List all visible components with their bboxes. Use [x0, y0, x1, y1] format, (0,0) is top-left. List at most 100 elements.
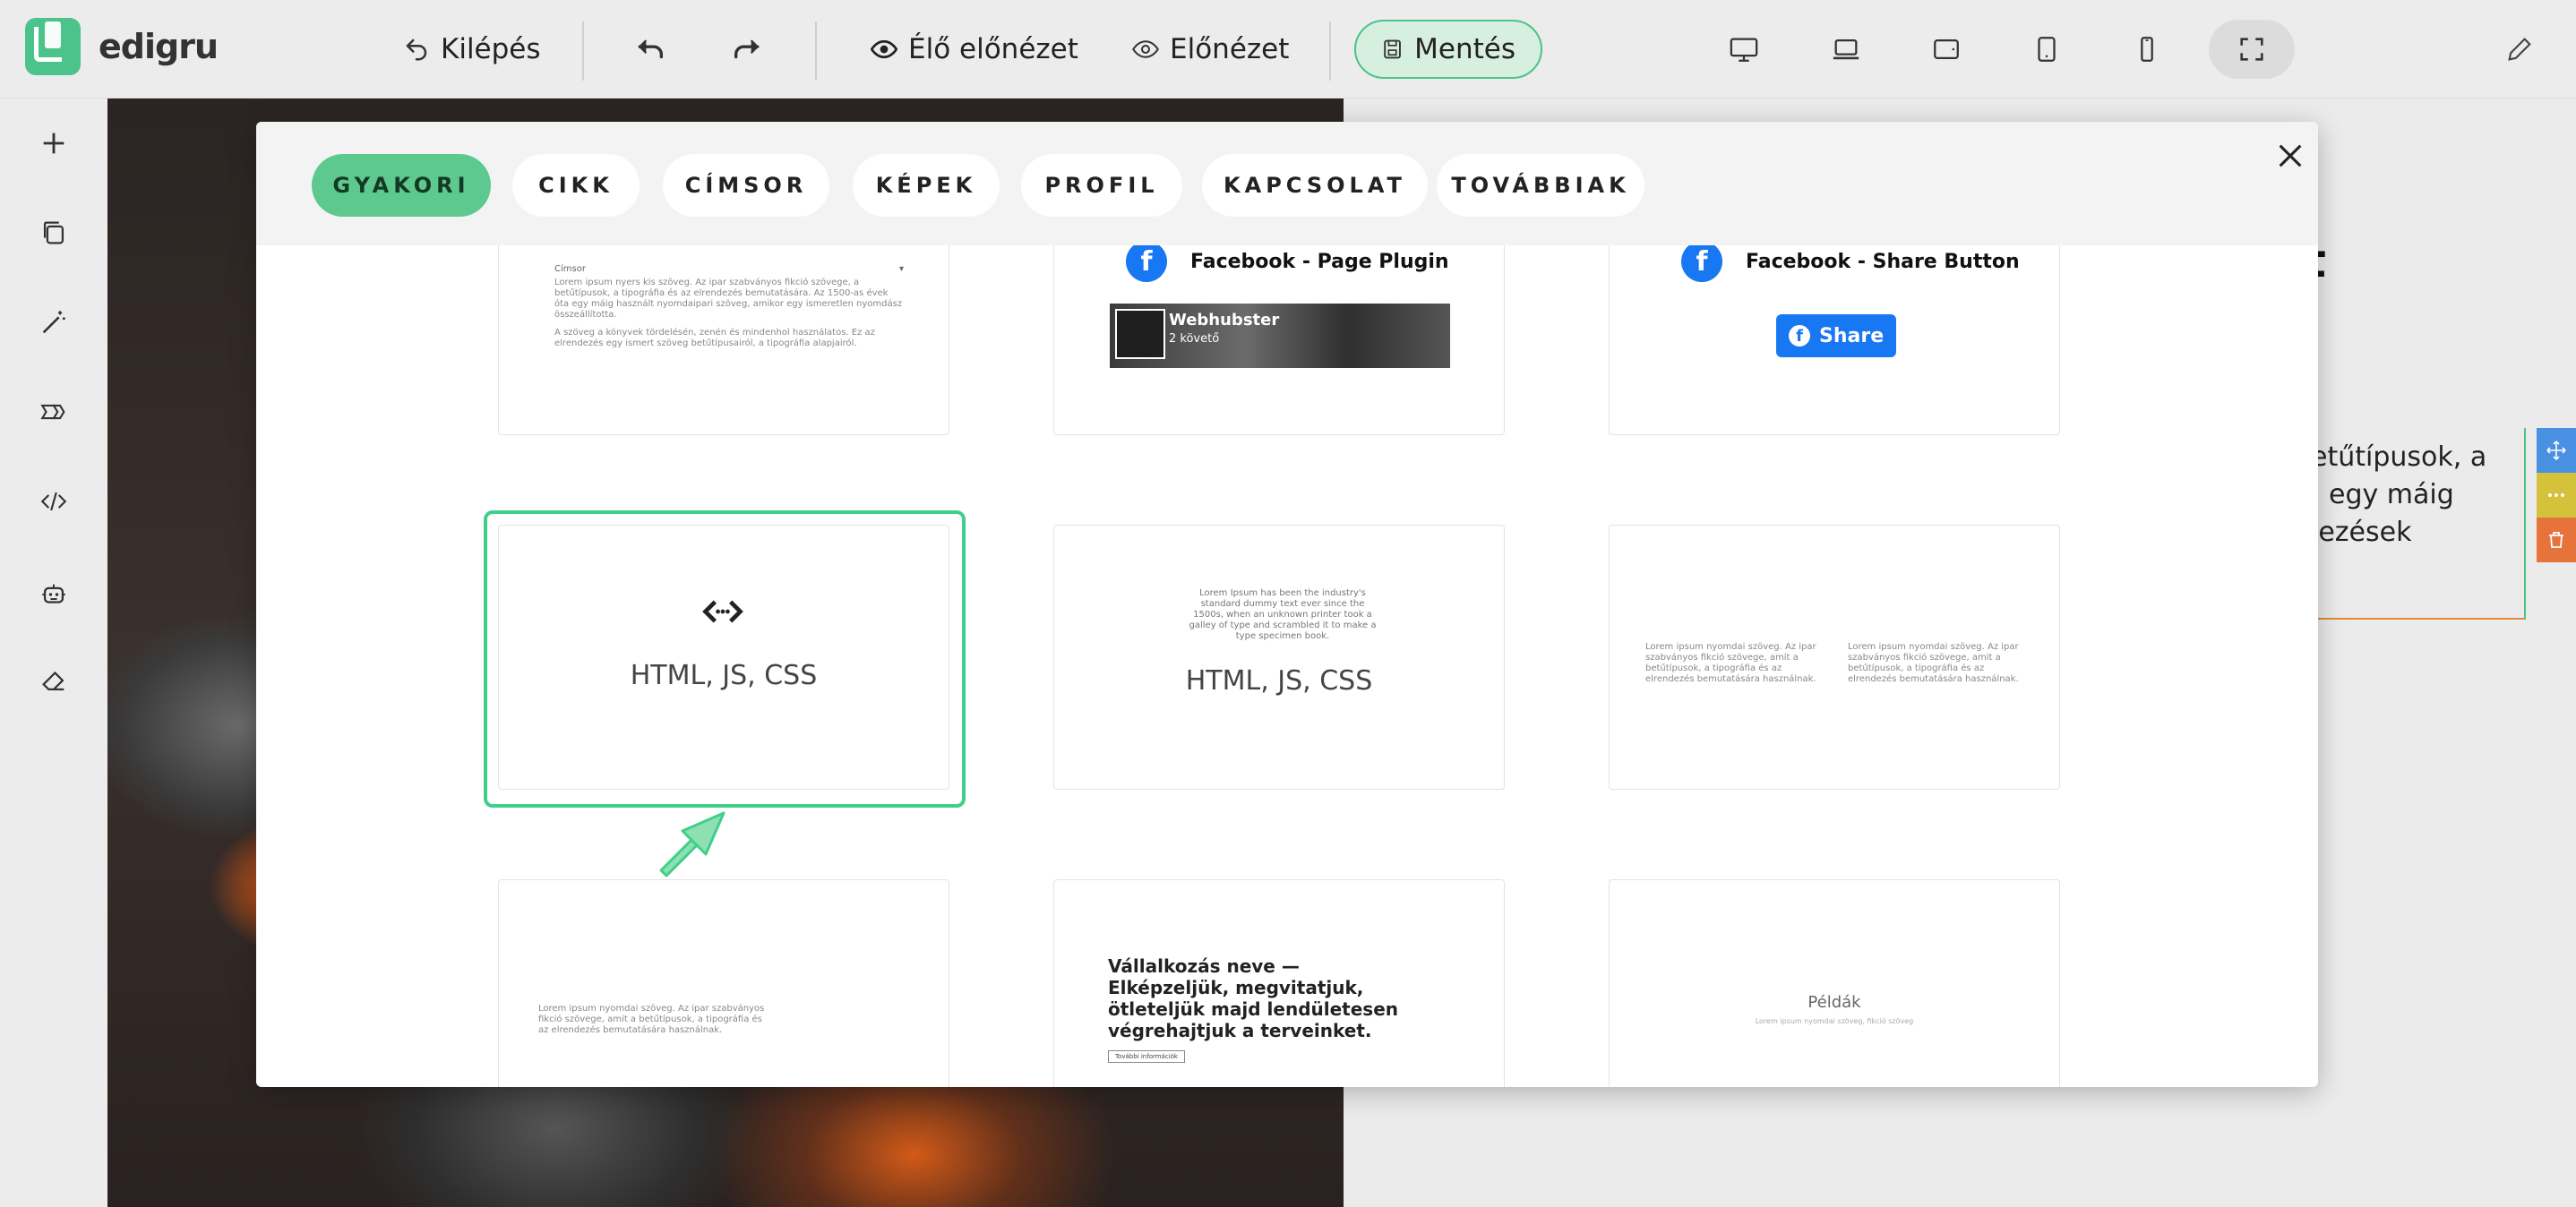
app-logo[interactable]: edigru: [25, 18, 219, 75]
card-preview-text: Lorem ipsum nyers kis szöveg. Az ipar sz…: [554, 278, 903, 320]
facebook-icon: f: [1681, 241, 1722, 282]
delete-element-button[interactable]: [2537, 518, 2576, 562]
card-header: f Facebook - Share Button: [1681, 241, 2020, 282]
magic-button[interactable]: [27, 295, 81, 349]
live-preview-label: Élő előnézet: [908, 33, 1078, 65]
view-mobile-button[interactable]: [2108, 20, 2185, 79]
facebook-icon: f: [1126, 241, 1167, 282]
logo-icon: [25, 18, 81, 75]
card-headline: Vállalkozás neve — Elképzeljük, megvitat…: [1108, 955, 1398, 1041]
block-card-html-text[interactable]: Lorem Ipsum has been the industry's stan…: [1053, 525, 1505, 790]
share-button-label: Share: [1819, 324, 1885, 347]
sections-icon: [40, 404, 65, 420]
block-card-business[interactable]: Vállalkozás neve — Elképzeljük, megvitat…: [1053, 879, 1505, 1087]
redo-icon: [734, 39, 760, 59]
card-preview-text: A szöveg a könyvek tördelésén, zenén és …: [554, 328, 875, 348]
view-tablet-landscape-button[interactable]: [1908, 20, 1985, 79]
tab-profil[interactable]: PROFIL: [1021, 154, 1182, 217]
eye-icon: [871, 39, 897, 59]
pointer-arrow-icon: [659, 811, 726, 877]
eraser-icon: [42, 671, 64, 691]
card-label: HTML, JS, CSS: [1185, 665, 1373, 697]
selected-card-highlight: [484, 510, 966, 808]
tab-cimsor[interactable]: CÍMSOR: [663, 154, 829, 217]
page-followers: 2 követő: [1169, 332, 1220, 346]
facebook-page-preview: Webhubster 2 követő: [1110, 304, 1450, 368]
block-card-examples[interactable]: Példák Lorem ipsum nyomdai szöveg, fikci…: [1609, 879, 2060, 1087]
toolbar-divider: [815, 21, 817, 81]
tab-tovabbiak[interactable]: TOVÁBBIAK: [1437, 154, 1644, 217]
copy-icon: [43, 221, 64, 244]
card-preview-text: Lorem ipsum nyomdai szöveg. Az ipar szab…: [538, 1004, 765, 1035]
block-picker-modal: GYAKORI CIKK CÍMSOR KÉPEK PROFIL KAPCSOL…: [256, 122, 2318, 1087]
tab-kapcsolat[interactable]: KAPCSOLAT: [1202, 154, 1428, 217]
more-options-button[interactable]: [2537, 473, 2576, 518]
card-header: f Facebook - Page Plugin: [1126, 241, 1449, 282]
modal-tab-bar: GYAKORI CIKK CÍMSOR KÉPEK PROFIL KAPCSOL…: [256, 122, 2318, 245]
left-sidebar: [0, 98, 107, 1207]
card-column-text: Lorem ipsum nyomdai szöveg. Az ipar szab…: [1848, 642, 2019, 684]
view-laptop-button[interactable]: [1807, 20, 1885, 79]
redo-button[interactable]: [708, 20, 785, 79]
preview-label: Előnézet: [1170, 33, 1290, 65]
card-title: Facebook - Share Button: [1746, 250, 2020, 273]
live-preview-button[interactable]: Élő előnézet: [846, 20, 1103, 79]
ai-assistant-button[interactable]: [27, 568, 81, 621]
trash-icon: [2549, 532, 2563, 548]
card-button-preview: További információk: [1108, 1050, 1185, 1063]
block-card-text[interactable]: Lorem ipsum nyomdai szöveg. Az ipar szab…: [498, 879, 949, 1087]
exit-label: Kilépés: [441, 33, 541, 65]
save-label: Mentés: [1414, 33, 1516, 65]
undo-button[interactable]: [613, 20, 690, 79]
add-element-button[interactable]: [27, 116, 81, 170]
top-toolbar: edigru Kilépés Élő előnézet Előnézet Men…: [0, 0, 2576, 98]
move-element-button[interactable]: [2537, 428, 2576, 473]
fullscreen-icon: [2240, 38, 2263, 61]
fullscreen-button[interactable]: [2209, 20, 2295, 79]
undo-icon: [638, 39, 664, 59]
toolbar-divider: [582, 21, 584, 81]
block-card-facebook-share[interactable]: f Facebook - Share Button f Share: [1609, 220, 2060, 435]
sections-button[interactable]: [27, 385, 81, 439]
magic-wand-icon: [42, 311, 65, 334]
code-button[interactable]: [27, 475, 81, 528]
card-preview-text: Lorem Ipsum has been the industry's stan…: [1189, 588, 1377, 641]
block-card-two-columns[interactable]: Lorem ipsum nyomdai szöveg. Az ipar szab…: [1609, 525, 2060, 790]
eye-outline-icon: [1132, 40, 1159, 58]
save-button[interactable]: Mentés: [1354, 20, 1542, 79]
tablet-icon: [2038, 37, 2056, 62]
card-title: Példák: [1807, 993, 1861, 1012]
toolbar-divider: [1329, 21, 1331, 81]
page-thumbnail: [1115, 309, 1165, 359]
tab-gyakori[interactable]: GYAKORI: [312, 154, 491, 217]
move-icon: [2546, 441, 2566, 460]
card-column-text: Lorem ipsum nyomdai szöveg. Az ipar szab…: [1645, 642, 1816, 684]
laptop-icon: [1833, 39, 1859, 60]
card-subtitle: Lorem ipsum nyomdai szöveg, fikció szöve…: [1755, 1017, 1914, 1025]
tab-cikk[interactable]: CIKK: [512, 154, 640, 217]
save-icon: [1384, 39, 1401, 59]
element-tools: [2537, 428, 2576, 562]
block-card-article[interactable]: Címsor ▾ Lorem ipsum nyers kis szöveg. Az…: [498, 220, 949, 435]
facebook-icon: f: [1789, 325, 1810, 347]
plus-icon: [43, 133, 64, 154]
close-icon: [2279, 144, 2302, 167]
more-dots-icon: [2548, 493, 2564, 497]
page-name: Webhubster: [1169, 311, 1280, 330]
eraser-button[interactable]: [27, 654, 81, 707]
pencil-icon: [2508, 38, 2531, 61]
tab-kepek[interactable]: KÉPEK: [853, 154, 1000, 217]
robot-icon: [42, 584, 65, 604]
tablet-landscape-icon: [1934, 39, 1959, 60]
preview-button[interactable]: Előnézet: [1107, 20, 1314, 79]
view-tablet-button[interactable]: [2008, 20, 2085, 79]
share-button-preview: f Share: [1776, 314, 1897, 357]
view-desktop-button[interactable]: [1705, 20, 1782, 79]
exit-arrow-icon: [406, 39, 427, 61]
desktop-icon: [1730, 38, 1758, 62]
edit-button[interactable]: [2490, 20, 2549, 79]
exit-button[interactable]: Kilépés: [378, 20, 566, 79]
close-modal-button[interactable]: [2271, 138, 2309, 175]
pages-button[interactable]: [27, 206, 81, 260]
block-card-facebook-page-plugin[interactable]: f Facebook - Page Plugin Webhubster 2 kö…: [1053, 220, 1505, 435]
